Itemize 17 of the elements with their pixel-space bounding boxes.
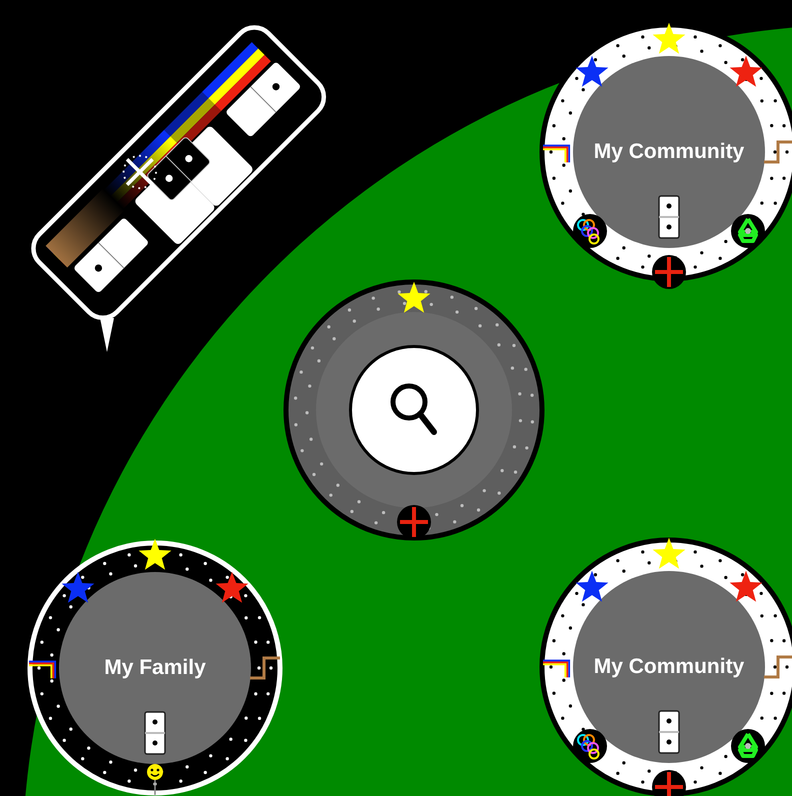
group-title: My Family xyxy=(104,655,206,682)
colored-flag-icon xyxy=(543,658,571,678)
domino-icon[interactable] xyxy=(144,711,166,755)
colored-flag-icon xyxy=(29,659,57,679)
step-line-icon xyxy=(250,656,280,680)
domino-icon[interactable] xyxy=(658,195,680,239)
group-title: My Community xyxy=(594,654,744,680)
rings-icon[interactable] xyxy=(573,729,607,763)
add-icon[interactable] xyxy=(652,770,686,796)
group-title: My Community xyxy=(594,139,744,166)
colored-flag-icon xyxy=(543,143,571,163)
domino-icon[interactable] xyxy=(658,710,680,754)
rings-icon[interactable] xyxy=(573,214,607,248)
smiley-icon xyxy=(146,763,164,795)
add-icon[interactable] xyxy=(652,255,686,289)
step-line-icon xyxy=(764,140,792,164)
step-line-icon xyxy=(764,655,792,679)
